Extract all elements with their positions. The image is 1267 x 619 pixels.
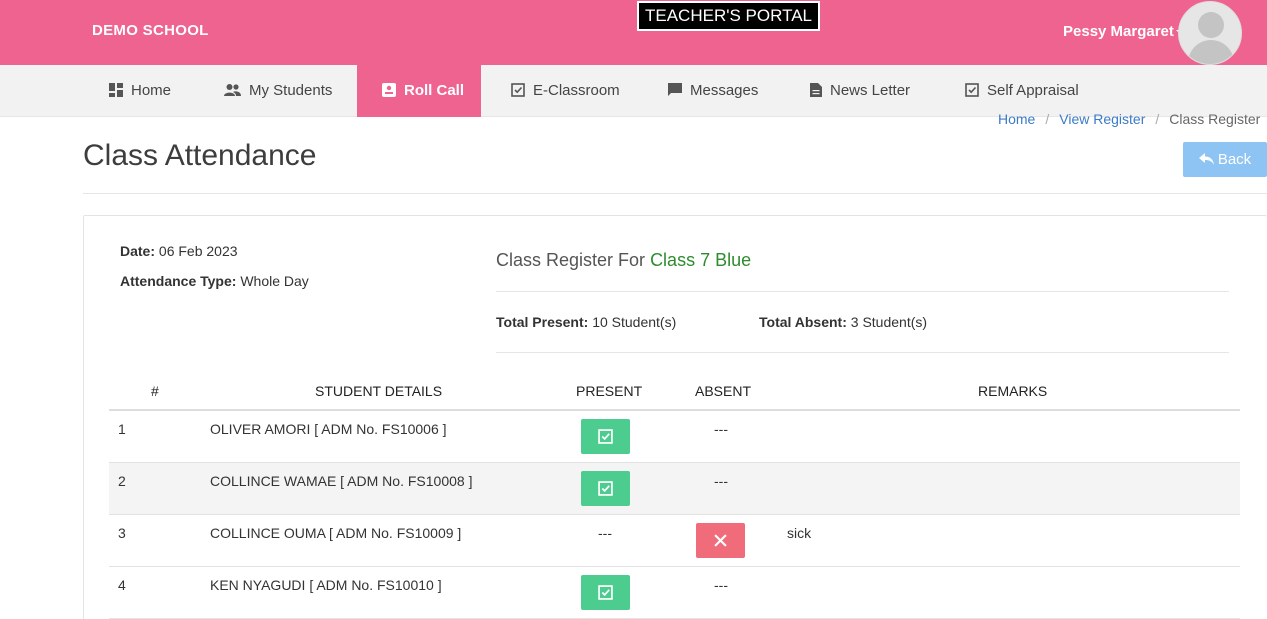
nav-label-self-appraisal: Self Appraisal [987,82,1079,99]
breadcrumb-view-register[interactable]: View Register [1059,111,1145,127]
table-row: 1 OLIVER AMORI [ ADM No. FS10006 ] --- [109,411,1240,463]
present-toggle-button[interactable] [581,419,630,454]
column-header-absent: ABSENT [695,383,752,399]
column-header-remarks: REMARKS [978,383,1048,399]
table-row: 4 KEN NYAGUDI [ ADM No. FS10010 ] --- [109,567,1240,619]
people-icon [224,84,241,96]
class-name: Class 7 Blue [650,250,752,270]
attendance-type-label: Attendance Type: [120,273,237,289]
checkbox-checked-icon [598,481,613,496]
nav-item-home[interactable]: Home [109,65,171,117]
table-row: 3 COLLINCE OUMA [ ADM No. FS10009 ] --- … [109,515,1240,567]
student-details: OLIVER AMORI [ ADM No. FS10006 ] [210,421,447,437]
total-absent: Total Absent: 3 Student(s) [759,314,927,330]
back-label: Back [1217,151,1252,168]
nav-label-messages: Messages [690,82,759,99]
attendance-type-value: Whole Day [240,273,309,289]
divider [496,352,1229,353]
nav-item-e-classroom[interactable]: E-Classroom [511,65,620,117]
attendance-type-line: Attendance Type: Whole Day [120,273,309,289]
message-icon [668,83,682,96]
nav-label-news-letter: News Letter [830,82,911,99]
row-number: 3 [118,525,126,541]
present-status: --- [598,525,612,541]
column-header-present: PRESENT [576,383,643,399]
checkbox-checked-icon [598,585,613,600]
present-toggle-button[interactable] [581,471,630,506]
roll-call-icon [382,83,396,97]
document-icon [810,83,822,97]
column-header-number: # [151,383,159,399]
student-details: KEN NYAGUDI [ ADM No. FS10010 ] [210,577,442,593]
back-button[interactable]: Back [1183,142,1267,177]
breadcrumb-current: Class Register [1169,111,1261,127]
absent-status: --- [714,421,728,437]
nav-item-messages[interactable]: Messages [668,65,758,117]
checkbox-icon [965,83,979,97]
user-menu-toggle[interactable]: Pessy Margaret [1063,23,1184,40]
remarks: sick [787,525,812,541]
absent-toggle-button[interactable] [696,523,745,558]
date-line: Date: 06 Feb 2023 [120,243,238,259]
total-absent-value: 3 Student(s) [850,314,928,330]
column-header-student-details: STUDENT DETAILS [315,383,443,399]
row-number: 4 [118,577,126,593]
row-number: 1 [118,421,126,437]
present-toggle-button[interactable] [581,575,630,610]
main-nav: Home My Students Roll Call E-Classroom M… [0,65,1267,117]
breadcrumb-home[interactable]: Home [998,111,1035,127]
absent-status: --- [714,473,728,489]
student-details: COLLINCE WAMAE [ ADM No. FS10008 ] [210,473,473,489]
checkbox-checked-icon [598,429,613,444]
avatar[interactable] [1178,1,1242,65]
table-row: 2 COLLINCE WAMAE [ ADM No. FS10008 ] --- [109,463,1240,515]
divider [496,291,1229,292]
nav-label-my-students: My Students [249,82,333,99]
portal-badge: TEACHER'S PORTAL [637,1,820,31]
date-value: 06 Feb 2023 [158,243,238,259]
breadcrumb: Home / View Register / Class Register [998,111,1261,127]
title-divider [83,193,1267,194]
nav-label-home: Home [131,82,172,99]
page-title: Class Attendance [83,139,317,172]
nav-label-roll-call: Roll Call [404,82,465,99]
nav-item-my-students[interactable]: My Students [224,65,332,117]
reply-arrow-icon [1198,153,1214,165]
close-icon [714,534,727,547]
student-details: COLLINCE OUMA [ ADM No. FS10009 ] [210,525,462,541]
register-title: Class Register For Class 7 Blue [496,250,751,271]
total-present: Total Present: 10 Student(s) [496,314,676,330]
nav-item-roll-call[interactable]: Roll Call [357,65,481,117]
row-number: 2 [118,473,126,489]
school-name[interactable]: DEMO SCHOOL [92,22,209,39]
nav-item-self-appraisal[interactable]: Self Appraisal [965,65,1079,117]
total-present-label: Total Present: [496,314,589,330]
user-name: Pessy Margaret [1063,23,1174,40]
total-absent-label: Total Absent: [759,314,847,330]
nav-item-news-letter[interactable]: News Letter [810,65,910,117]
date-label: Date: [120,243,156,259]
register-title-prefix: Class Register For [496,250,646,270]
nav-label-e-classroom: E-Classroom [533,82,620,99]
top-header: DEMO SCHOOL TEACHER'S PORTAL Pessy Marga… [0,0,1267,65]
dashboard-icon [109,83,123,97]
total-present-value: 10 Student(s) [592,314,677,330]
absent-status: --- [714,577,728,593]
checkbox-icon [511,83,525,97]
